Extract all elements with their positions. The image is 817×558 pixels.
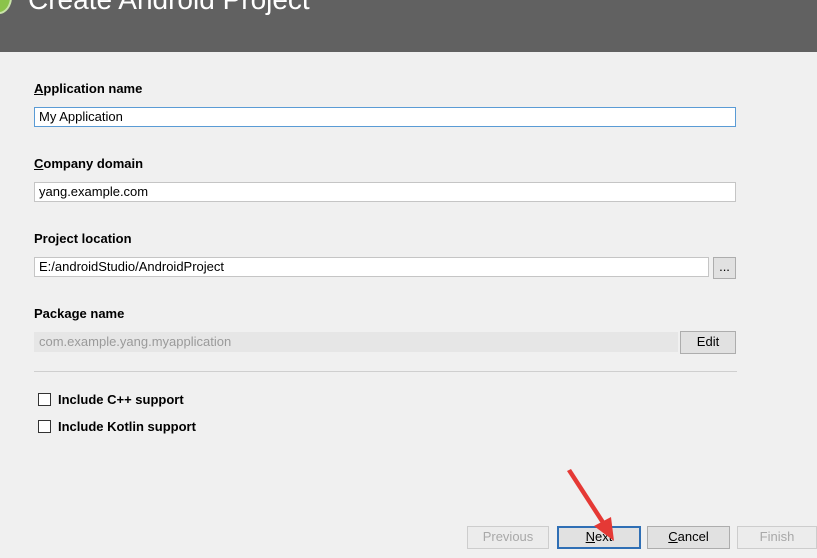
- application-name-label-mnemonic: A: [34, 81, 44, 96]
- project-location-label: Project location: [34, 231, 132, 246]
- project-location-input[interactable]: E:/androidStudio/AndroidProject: [34, 257, 709, 277]
- package-name-label: Package name: [34, 306, 125, 321]
- company-domain-input[interactable]: yang.example.com: [34, 182, 736, 202]
- application-name-label: Application name: [34, 81, 142, 96]
- include-kotlin-checkbox[interactable]: [38, 420, 51, 433]
- next-button[interactable]: Next: [557, 526, 641, 549]
- previous-button[interactable]: Previous: [467, 526, 549, 549]
- section-divider: [34, 371, 737, 372]
- application-name-label-rest: pplication name: [43, 81, 143, 96]
- company-domain-label-rest: ompany domain: [43, 156, 144, 171]
- dialog-header: Create Android Project: [0, 0, 817, 52]
- next-button-rest: ext: [595, 529, 613, 544]
- dialog-title: Create Android Project: [28, 0, 310, 16]
- include-kotlin-label: Include Kotlin support: [58, 419, 196, 434]
- cancel-button[interactable]: Cancel: [647, 526, 730, 549]
- application-name-input[interactable]: My Application: [34, 107, 736, 127]
- browse-location-button[interactable]: ...: [713, 257, 736, 279]
- cancel-button-rest: ancel: [677, 529, 709, 544]
- include-cpp-label: Include C++ support: [58, 392, 184, 407]
- next-button-mnemonic: N: [585, 529, 596, 544]
- edit-package-button[interactable]: Edit: [680, 331, 736, 354]
- finish-button[interactable]: Finish: [737, 526, 817, 549]
- cancel-button-mnemonic: C: [668, 529, 678, 544]
- android-studio-logo-icon: [0, 0, 12, 14]
- include-cpp-checkbox[interactable]: [38, 393, 51, 406]
- company-domain-label: Company domain: [34, 156, 143, 171]
- package-name-field: com.example.yang.myapplication: [34, 332, 678, 352]
- dialog-footer: Previous Next Cancel Finish: [0, 516, 817, 558]
- create-project-dialog: Create Android Project Application name …: [0, 0, 817, 558]
- company-domain-label-mnemonic: C: [34, 156, 44, 171]
